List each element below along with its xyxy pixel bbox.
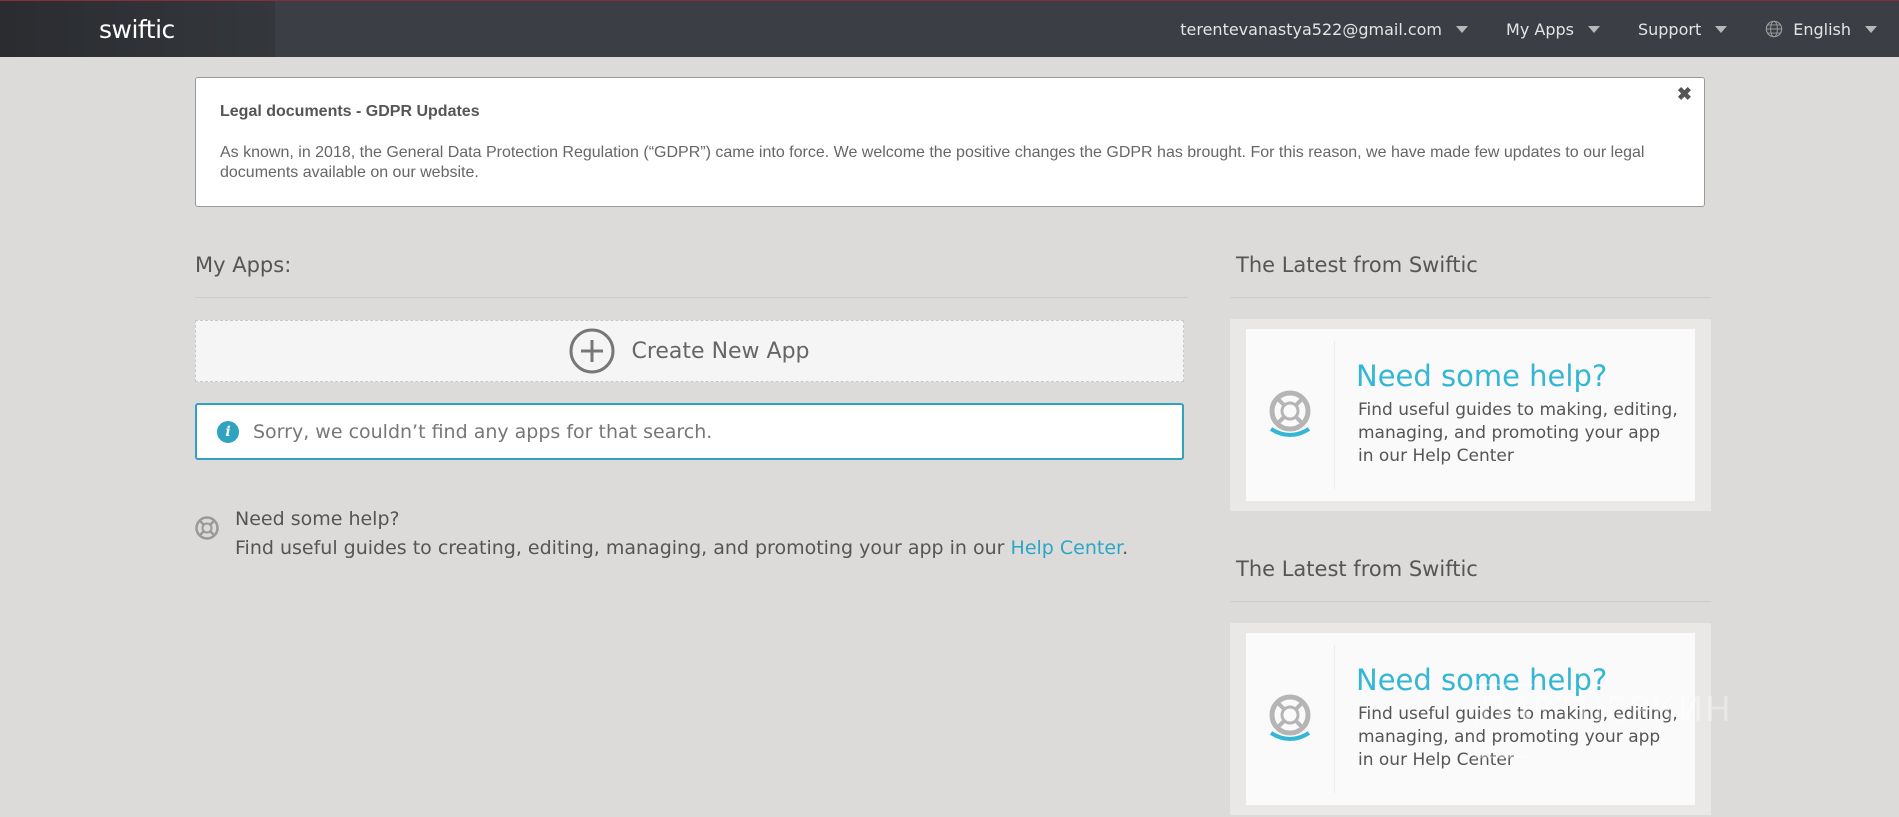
divider bbox=[1230, 297, 1711, 298]
account-email: terentevanastya522@gmail.com bbox=[1180, 19, 1443, 39]
globe-icon bbox=[1765, 20, 1783, 38]
divider bbox=[1230, 601, 1711, 602]
language-menu[interactable]: English bbox=[1765, 20, 1877, 39]
no-apps-alert: i Sorry, we couldn’t find any apps for t… bbox=[195, 403, 1184, 460]
latest-card: Need some help? Find useful guides to ma… bbox=[1230, 319, 1711, 511]
info-icon: i bbox=[217, 420, 239, 443]
chevron-down-icon bbox=[1865, 25, 1877, 33]
card-title: Need some help? bbox=[1356, 359, 1608, 393]
latest-title: The Latest from Swiftic bbox=[1236, 253, 1478, 277]
lifebuoy-icon bbox=[1269, 390, 1311, 437]
help-center-link[interactable]: Help Center bbox=[1011, 537, 1123, 559]
help-title: Need some help? bbox=[235, 508, 400, 530]
card-divider bbox=[1334, 645, 1335, 793]
alert-message: Sorry, we couldn’t find any apps for tha… bbox=[253, 420, 713, 443]
notice-title: Legal documents - GDPR Updates bbox=[220, 103, 480, 120]
lifebuoy-icon bbox=[195, 516, 219, 540]
help-card[interactable]: Need some help? Find useful guides to ma… bbox=[1246, 329, 1695, 501]
help-text: Find useful guides to creating, editing,… bbox=[235, 537, 1128, 559]
create-new-app-label: Create New App bbox=[631, 338, 810, 364]
plus-circle-icon bbox=[569, 328, 615, 374]
close-icon[interactable]: ✖ bbox=[1677, 84, 1692, 105]
help-text-suffix: . bbox=[1122, 537, 1129, 559]
divider bbox=[195, 297, 1188, 298]
logo-area[interactable]: swiftic bbox=[0, 1, 275, 57]
language-label: English bbox=[1793, 19, 1851, 39]
help-text-prefix: Find useful guides to creating, editing,… bbox=[235, 537, 1011, 559]
swiftic-logo[interactable]: swiftic bbox=[99, 15, 175, 44]
my-apps-menu[interactable]: My Apps bbox=[1506, 20, 1600, 39]
gdpr-notice: Legal documents - GDPR Updates As known,… bbox=[195, 77, 1705, 207]
watermark-text: ПАРТНЕРКИН bbox=[1480, 690, 1733, 730]
latest-title: The Latest from Swiftic bbox=[1236, 557, 1478, 581]
chevron-down-icon bbox=[1715, 25, 1728, 33]
support-label: Support bbox=[1637, 19, 1702, 39]
card-text: Find useful guides to making, editing, m… bbox=[1358, 400, 1678, 466]
top-navigation-bar: swiftic terentevanastya522@gmail.com My … bbox=[0, 0, 1899, 57]
notice-body: As known, in 2018, the General Data Prot… bbox=[220, 144, 1645, 181]
create-new-app-button[interactable]: Create New App bbox=[195, 320, 1184, 382]
account-menu[interactable]: terentevanastya522@gmail.com bbox=[1180, 19, 1469, 39]
chevron-down-icon bbox=[1587, 25, 1600, 33]
my-apps-title: My Apps: bbox=[195, 253, 292, 277]
card-divider bbox=[1334, 341, 1335, 489]
header-nav: terentevanastya522@gmail.com My Apps Sup… bbox=[1142, 1, 1877, 57]
chevron-down-icon bbox=[1456, 25, 1469, 33]
lifebuoy-icon bbox=[1269, 694, 1311, 741]
my-apps-label: My Apps bbox=[1506, 19, 1574, 39]
support-menu[interactable]: Support bbox=[1637, 19, 1728, 39]
